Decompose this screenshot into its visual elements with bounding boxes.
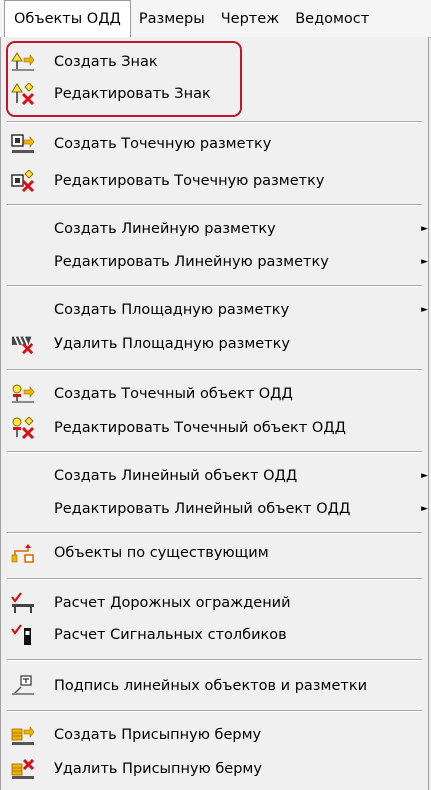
menu-item-create-linear-marking[interactable]: Создать Линейную разметку ►: [1, 214, 428, 244]
menu-separator: [7, 285, 422, 287]
menu-dimensions[interactable]: Размеры: [131, 0, 213, 37]
menu-objects-odd[interactable]: Объекты ОДД: [4, 0, 131, 37]
menu-separator: [7, 121, 422, 123]
road-barriers-icon: [11, 592, 35, 614]
menu-item-create-area-marking[interactable]: Создать Площадную разметку ►: [1, 295, 428, 325]
create-point-marking-icon: [11, 133, 35, 155]
menu-item-label: Создать Линейную разметку: [54, 221, 276, 237]
objects-odd-dropdown: Создать Знак Редактировать Знак Создать …: [0, 37, 429, 790]
menu-separator: [7, 578, 422, 580]
menu-item-label: Редактировать Точечную разметку: [54, 173, 325, 189]
delete-area-marking-icon: [11, 333, 35, 355]
menu-item-label: Редактировать Точечный объект ОДД: [54, 420, 346, 436]
menu-item-edit-point-object[interactable]: Редактировать Точечный объект ОДД: [1, 413, 428, 443]
create-berm-icon: [11, 724, 35, 746]
create-sign-icon: [11, 51, 35, 73]
submenu-arrow-icon: ►: [421, 305, 428, 315]
menu-item-edit-linear-marking[interactable]: Редактировать Линейную разметку ►: [1, 247, 428, 277]
menu-statements[interactable]: Ведомост: [287, 0, 377, 37]
submenu-arrow-icon: ►: [421, 504, 428, 514]
signal-posts-icon: [11, 624, 35, 646]
menu-drawing[interactable]: Чертеж: [213, 0, 288, 37]
caption-icon: [11, 675, 35, 697]
menu-separator: [7, 710, 422, 712]
menu-item-label: Расчет Дорожных ограждений: [54, 595, 291, 611]
menu-item-delete-area-marking[interactable]: Удалить Площадную разметку: [1, 329, 428, 359]
edit-sign-icon: [11, 83, 35, 105]
menu-item-label: Создать Знак: [54, 54, 158, 70]
menu-item-label: Объекты по существующим: [54, 545, 269, 561]
menu-item-label: Редактировать Знак: [54, 86, 211, 102]
menu-separator: [7, 451, 422, 453]
menu-separator: [7, 369, 422, 371]
menu-item-objects-existing[interactable]: Объекты по существующим: [1, 538, 428, 568]
menu-item-label: Редактировать Линейную разметку: [54, 254, 329, 270]
menu-item-label: Создать Точечную разметку: [54, 136, 272, 152]
submenu-arrow-icon: ►: [421, 471, 428, 481]
menu-item-create-sign[interactable]: Создать Знак: [1, 47, 428, 77]
menu-item-caption-linear[interactable]: Подпись линейных объектов и разметки: [1, 671, 428, 701]
menu-item-label: Создать Присыпную берму: [54, 727, 262, 743]
objects-existing-icon: [11, 542, 35, 564]
create-point-object-icon: [11, 383, 35, 405]
menu-item-create-point-marking[interactable]: Создать Точечную разметку: [1, 129, 428, 159]
edit-point-object-icon: [11, 417, 35, 439]
menu-item-label: Подпись линейных объектов и разметки: [54, 678, 367, 694]
menu-item-label: Редактировать Линейный объект ОДД: [54, 501, 351, 517]
menu-item-create-berm[interactable]: Создать Присыпную берму: [1, 720, 428, 750]
menu-item-label: Создать Точечный объект ОДД: [54, 386, 293, 402]
submenu-arrow-icon: ►: [421, 224, 428, 234]
menu-separator: [7, 532, 422, 534]
menu-item-create-point-object[interactable]: Создать Точечный объект ОДД: [1, 379, 428, 409]
menu-item-create-linear-object[interactable]: Создать Линейный объект ОДД ►: [1, 461, 428, 491]
menu-item-edit-point-marking[interactable]: Редактировать Точечную разметку: [1, 166, 428, 196]
edit-point-marking-icon: [11, 170, 35, 192]
menu-bar: Объекты ОДД Размеры Чертеж Ведомост: [0, 0, 431, 38]
menu-item-label: Удалить Присыпную берму: [54, 761, 262, 777]
menu-item-label: Создать Линейный объект ОДД: [54, 468, 298, 484]
menu-item-edit-linear-object[interactable]: Редактировать Линейный объект ОДД ►: [1, 494, 428, 524]
menu-item-label: Создать Площадную разметку: [54, 302, 290, 318]
menu-separator: [7, 204, 422, 206]
menu-item-road-barriers[interactable]: Расчет Дорожных ограждений: [1, 588, 428, 618]
menu-item-edit-sign[interactable]: Редактировать Знак: [1, 79, 428, 109]
delete-berm-icon: [11, 758, 35, 780]
menu-separator: [7, 659, 422, 661]
menu-item-label: Удалить Площадную разметку: [54, 336, 290, 352]
menu-item-delete-berm[interactable]: Удалить Присыпную берму: [1, 754, 428, 784]
submenu-arrow-icon: ►: [421, 257, 428, 267]
menu-item-label: Расчет Сигнальных столбиков: [54, 627, 287, 643]
menu-item-signal-posts[interactable]: Расчет Сигнальных столбиков: [1, 620, 428, 650]
